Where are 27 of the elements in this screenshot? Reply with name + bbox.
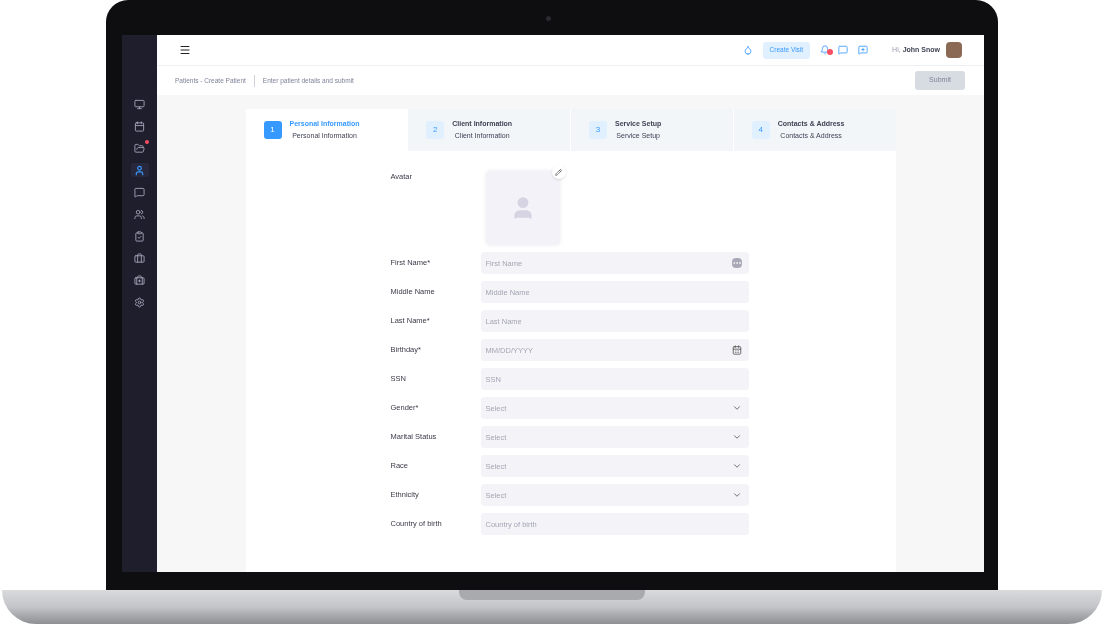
step-number: 1	[263, 121, 282, 139]
dropdown-caret-icon	[731, 461, 742, 471]
dropdown-caret-icon	[731, 490, 742, 500]
step-number: 2	[426, 121, 445, 139]
calendar-icon	[134, 120, 145, 132]
step-number: 3	[589, 121, 607, 139]
bell-icon[interactable]	[820, 45, 831, 55]
briefcase-icon	[134, 252, 145, 264]
monitor-icon	[134, 98, 145, 110]
step-number: 4	[751, 121, 770, 139]
photo-placeholder	[946, 42, 962, 58]
settings-icon	[134, 296, 145, 308]
people-icon	[134, 208, 145, 220]
sidebar-item[interactable]	[130, 163, 149, 177]
dropdown-caret-icon	[731, 432, 742, 442]
clipboard-icon	[134, 230, 145, 242]
more-icon	[731, 258, 742, 268]
message-icon	[134, 186, 145, 198]
edit-avatar-button[interactable]	[551, 165, 566, 179]
person-icon	[134, 164, 145, 176]
camera-icon	[546, 16, 551, 21]
menu-icon[interactable]	[179, 44, 191, 56]
dropdown-caret-icon	[731, 403, 742, 413]
pencil-icon	[555, 168, 562, 176]
calendar-icon	[731, 345, 742, 355]
medical-kit-icon	[134, 274, 145, 286]
folder-icon	[134, 142, 145, 154]
